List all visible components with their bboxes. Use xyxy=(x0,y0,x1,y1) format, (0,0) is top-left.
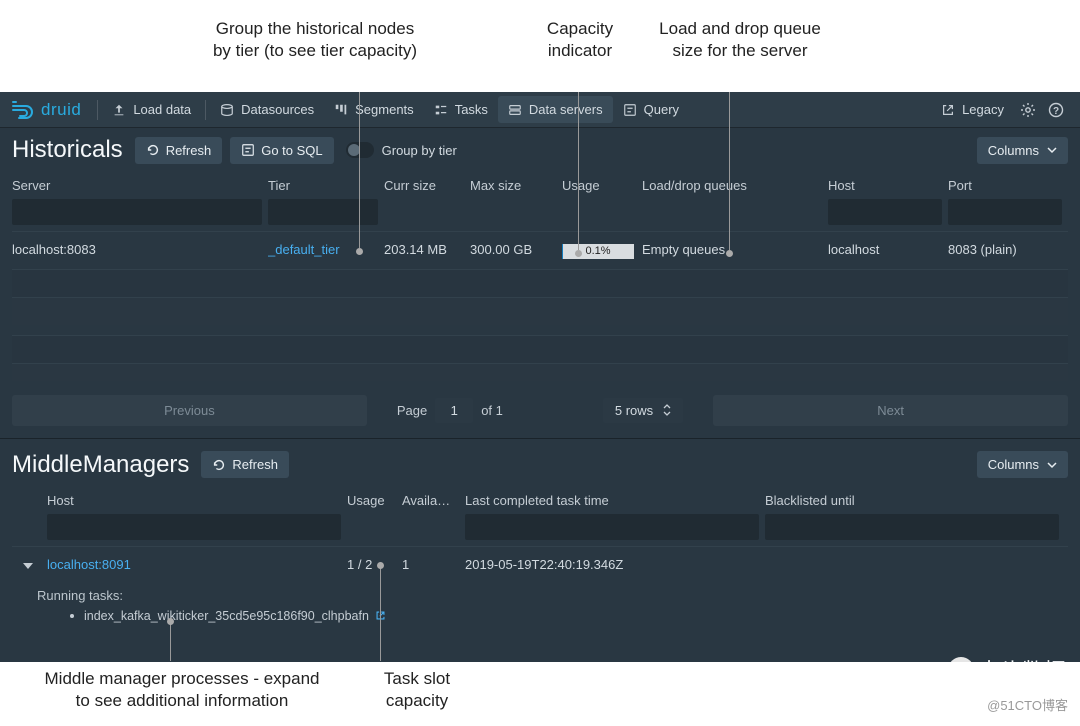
go-to-sql-button[interactable]: Go to SQL xyxy=(230,137,333,164)
filter-port[interactable] xyxy=(948,199,1062,225)
database-icon xyxy=(220,103,234,117)
col-queues[interactable]: Load/drop queues xyxy=(642,172,828,199)
nav-tasks[interactable]: Tasks xyxy=(424,96,498,123)
usage-bar: 0.1% xyxy=(562,244,634,259)
annotation-mm-expand: Middle manager processes - expandto see … xyxy=(12,668,352,712)
col-max-size[interactable]: Max size xyxy=(470,172,562,199)
page-of: of 1 xyxy=(481,403,503,418)
col-mm-last[interactable]: Last completed task time xyxy=(465,487,765,514)
annotation-group-tier: Group the historical nodesby tier (to se… xyxy=(170,18,460,62)
filter-mm-host[interactable] xyxy=(47,514,341,540)
filter-tier[interactable] xyxy=(268,199,378,225)
annotation-queues: Load and drop queuesize for the server xyxy=(635,18,845,62)
divider xyxy=(97,100,98,120)
historicals-header: Historicals Refresh Go to SQL Group by t… xyxy=(0,128,1080,172)
nav-legacy[interactable]: Legacy xyxy=(931,96,1014,123)
expand-toggle[interactable] xyxy=(23,563,33,569)
col-host[interactable]: Host xyxy=(828,172,948,199)
running-tasks-label: Running tasks: xyxy=(12,582,1068,607)
historicals-table: Server Tier Curr size Max size Usage Loa… xyxy=(0,172,1080,381)
settings-button[interactable] xyxy=(1014,96,1042,124)
nav-load-data[interactable]: Load data xyxy=(102,96,201,123)
cell-mm-host[interactable]: localhost:8091 xyxy=(47,547,347,582)
col-server[interactable]: Server xyxy=(12,172,268,199)
col-usage[interactable]: Usage xyxy=(562,172,642,199)
svg-text:?: ? xyxy=(1053,106,1059,117)
next-button[interactable]: Next xyxy=(713,395,1068,426)
credit: @51CTO博客 xyxy=(987,695,1068,714)
bullet-icon xyxy=(70,614,74,618)
middlemanagers-header: MiddleManagers Refresh Columns xyxy=(0,443,1080,487)
col-curr-size[interactable]: Curr size xyxy=(384,172,470,199)
upload-icon xyxy=(112,103,126,117)
table-row: localhost:8091 1 / 2 1 2019-05-19T22:40:… xyxy=(12,546,1068,582)
cell-mm-blacklist xyxy=(765,547,1065,582)
historicals-pager: Previous Page of 1 5 rows Next xyxy=(0,387,1080,434)
cell-max: 300.00 GB xyxy=(470,232,562,269)
sql-icon xyxy=(241,143,255,157)
external-link-icon xyxy=(941,103,955,117)
cell-mm-last: 2019-05-19T22:40:19.346Z xyxy=(465,547,765,582)
tasks-icon xyxy=(434,103,448,117)
segments-icon xyxy=(334,103,348,117)
previous-button[interactable]: Previous xyxy=(12,395,367,426)
historicals-title: Historicals xyxy=(12,136,123,164)
cell-mm-avail: 1 xyxy=(402,547,465,582)
cell-port: 8083 (plain) xyxy=(948,232,1068,269)
cell-host: localhost xyxy=(828,232,948,269)
mm-columns-button[interactable]: Columns xyxy=(977,451,1068,478)
group-by-tier-label: Group by tier xyxy=(382,143,457,158)
caret-down-icon xyxy=(1047,460,1057,470)
help-button[interactable]: ? xyxy=(1042,96,1070,124)
col-tier[interactable]: Tier xyxy=(268,172,384,199)
refresh-icon xyxy=(212,458,226,472)
historicals-columns-button[interactable]: Columns xyxy=(977,137,1068,164)
cell-curr: 203.14 MB xyxy=(384,232,470,269)
col-mm-host[interactable]: Host xyxy=(47,487,347,514)
table-row: localhost:8083 _default_tier 203.14 MB 3… xyxy=(12,231,1068,269)
select-arrows-icon xyxy=(663,404,671,416)
col-mm-avail[interactable]: Availa… xyxy=(402,487,465,514)
top-navbar: druid Load data Datasources Segments Tas… xyxy=(0,92,1080,128)
cell-mm-usage: 1 / 2 xyxy=(347,547,402,582)
filter-host[interactable] xyxy=(828,199,942,225)
refresh-icon xyxy=(146,143,160,157)
druid-logo-icon xyxy=(10,98,34,122)
annotation-capacity: Capacityindicator xyxy=(520,18,640,62)
filter-mm-last[interactable] xyxy=(465,514,759,540)
servers-icon xyxy=(508,103,522,117)
nav-datasources[interactable]: Datasources xyxy=(210,96,324,123)
cell-queues: Empty queues xyxy=(642,232,828,269)
cell-usage: 0.1% xyxy=(562,232,642,269)
brand-label: druid xyxy=(41,100,81,120)
mm-table: Host Usage Availa… Last completed task t… xyxy=(0,487,1080,627)
rows-select[interactable]: 5 rows xyxy=(603,398,683,423)
cell-server: localhost:8083 xyxy=(12,232,268,269)
historicals-refresh-button[interactable]: Refresh xyxy=(135,137,223,164)
annotation-task-slot: Task slotcapacity xyxy=(372,668,462,712)
cell-tier[interactable]: _default_tier xyxy=(268,232,384,269)
brand[interactable]: druid xyxy=(10,98,81,122)
col-mm-usage[interactable]: Usage xyxy=(347,487,402,514)
middlemanagers-title: MiddleManagers xyxy=(12,451,189,479)
help-icon: ? xyxy=(1048,102,1064,118)
query-icon xyxy=(623,103,637,117)
caret-down-icon xyxy=(1047,145,1057,155)
page-input[interactable] xyxy=(435,398,473,423)
nav-segments[interactable]: Segments xyxy=(324,96,424,123)
nav-data-servers[interactable]: Data servers xyxy=(498,96,613,123)
page-label: Page xyxy=(397,403,427,418)
filter-server[interactable] xyxy=(12,199,262,225)
gear-icon xyxy=(1020,102,1036,118)
col-port[interactable]: Port xyxy=(948,172,1068,199)
filter-mm-blacklist[interactable] xyxy=(765,514,1059,540)
col-mm-blacklist[interactable]: Blacklisted until xyxy=(765,487,1065,514)
mm-refresh-button[interactable]: Refresh xyxy=(201,451,289,478)
nav-query[interactable]: Query xyxy=(613,96,689,123)
divider xyxy=(205,100,206,120)
